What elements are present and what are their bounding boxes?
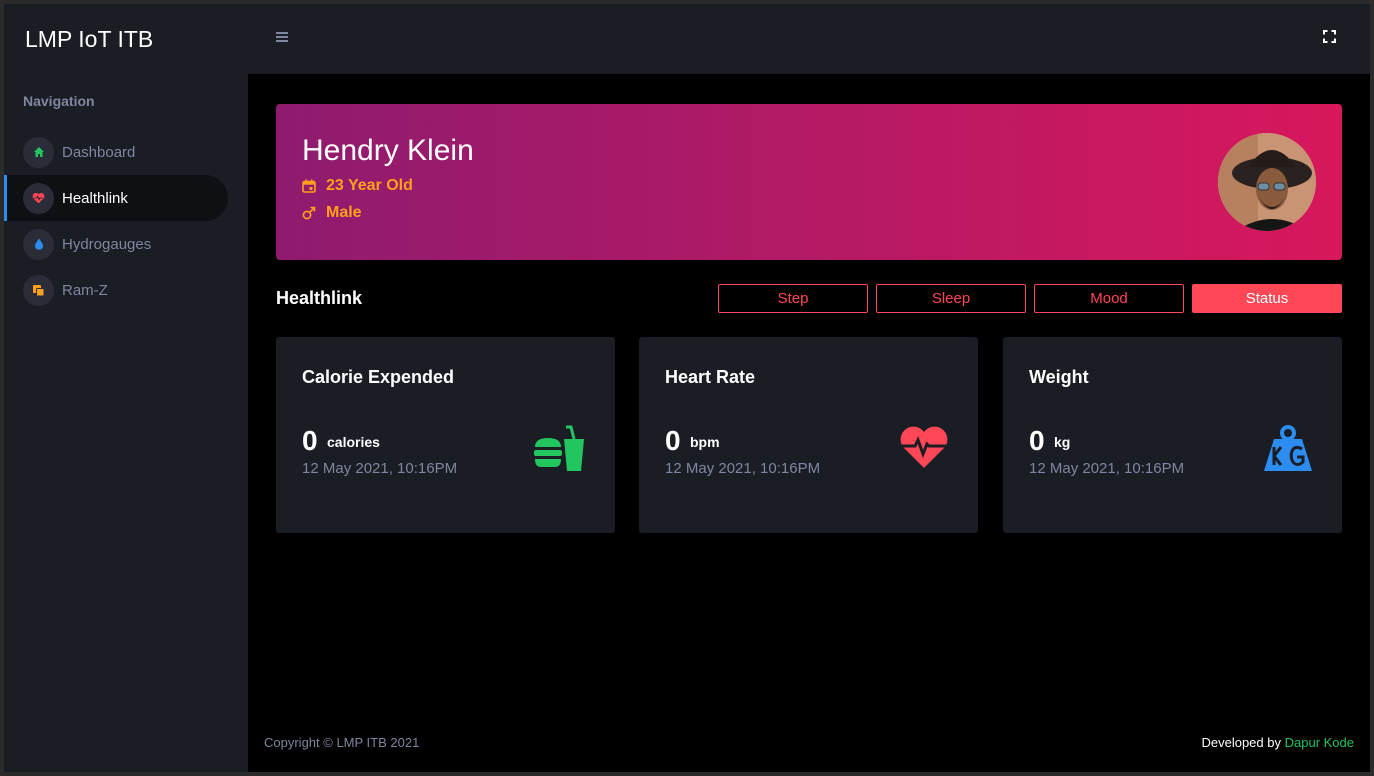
card-value: 0 [302,425,318,456]
calorie-card: Calorie Expended 0 calories 12 May 2021,… [276,337,615,533]
developer-link[interactable]: Dapur Kode [1285,735,1354,750]
card-title: Calorie Expended [302,367,455,387]
footer-copyright: Copyright © LMP ITB 2021 [264,735,420,750]
profile-card: Hendry Klein 23 Year Old Male [276,104,1342,260]
card-unit: calories [327,434,380,450]
copy-icon [23,274,54,306]
hamburger-icon[interactable] [276,32,288,42]
sidebar: LMP IoT ITB Navigation Dashboard Healthl… [4,4,248,772]
male-icon [302,206,316,220]
sidebar-item-label: Healthlink [62,189,128,207]
nav-heading: Navigation [23,93,95,109]
profile-age-text: 23 Year Old [326,177,413,194]
fullscreen-icon[interactable] [1323,30,1336,43]
card-unit: bpm [690,434,720,450]
topbar [248,4,1370,74]
heart-rate-card: Heart Rate 0 bpm 12 May 2021, 10:16PM [639,337,978,533]
sidebar-item-healthlink[interactable]: Healthlink [4,175,228,221]
profile-gender-text: Male [326,204,362,221]
sidebar-item-label: Hydrogauges [62,235,152,253]
tab-step[interactable]: Step [718,284,868,313]
sidebar-item-label: Ram-Z [62,281,108,299]
sidebar-item-ram-z[interactable]: Ram-Z [4,267,228,313]
heart-icon [23,182,54,214]
app-window: LMP IoT ITB Navigation Dashboard Healthl… [4,4,1370,772]
calendar-icon [302,179,316,193]
card-value: 0 [665,425,681,456]
avatar [1218,133,1316,231]
footer-credits: Developed by Dapur Kode [1201,735,1354,750]
card-title: Weight [1029,367,1089,387]
card-value: 0 [1029,425,1045,456]
tab-mood[interactable]: Mood [1034,284,1184,313]
tab-status[interactable]: Status [1192,284,1342,313]
app-title: LMP IoT ITB [25,26,154,52]
card-unit: kg [1054,434,1071,450]
card-timestamp: 12 May 2021, 10:16PM [302,460,458,477]
burger-drink-icon [533,425,587,478]
profile-name: Hendry Klein [302,134,474,167]
card-timestamp: 12 May 2021, 10:16PM [665,460,821,477]
weight-kg-icon [1262,425,1314,478]
sidebar-item-dashboard[interactable]: Dashboard [4,129,228,175]
weight-card: Weight 0 kg 12 May 2021, 10:16PM [1003,337,1342,533]
water-drop-icon [23,228,54,260]
sidebar-item-hydrogauges[interactable]: Hydrogauges [4,221,228,267]
heartbeat-icon [898,425,950,474]
card-title: Heart Rate [665,367,756,387]
tab-sleep[interactable]: Sleep [876,284,1026,313]
home-icon [23,136,54,168]
section-title: Healthlink [276,288,363,308]
sidebar-item-label: Dashboard [62,143,136,161]
profile-gender: Male [302,204,362,222]
card-timestamp: 12 May 2021, 10:16PM [1029,460,1185,477]
profile-age: 23 Year Old [302,177,413,195]
footer-developed-by: Developed by [1201,735,1281,750]
